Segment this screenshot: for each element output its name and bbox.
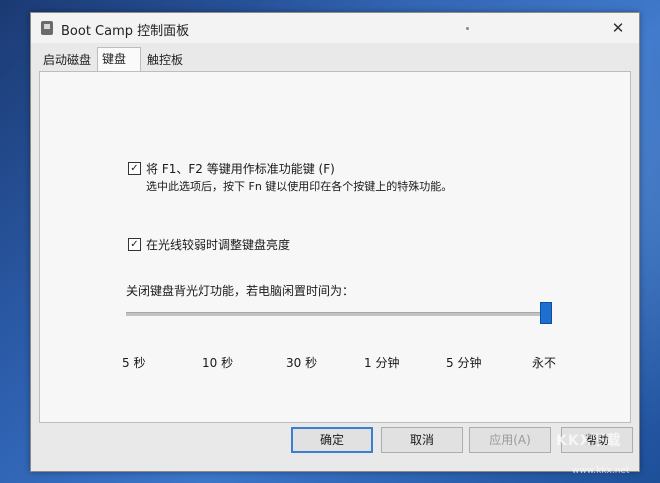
title-dot [466, 27, 469, 30]
app-icon [41, 21, 53, 35]
backlight-slider-track[interactable] [126, 312, 550, 316]
check-icon: ✓ [130, 239, 139, 250]
tick-1-min: 1 分钟 [364, 356, 400, 370]
function-keys-description: 选中此选项后，按下 Fn 键以使用印在各个按键上的特殊功能。 [146, 180, 453, 193]
watermark-url: www.kkx.net [572, 466, 630, 476]
brightness-checkbox[interactable]: ✓ [128, 238, 141, 251]
function-keys-checkbox[interactable]: ✓ [128, 162, 141, 175]
tab-keyboard[interactable]: 键盘 [97, 47, 141, 72]
tick-5-min: 5 分钟 [446, 356, 482, 370]
function-keys-label[interactable]: 将 F1、F2 等键用作标准功能键 (F) [146, 160, 335, 177]
backlight-slider-thumb[interactable] [540, 302, 552, 324]
close-button[interactable]: ✕ [605, 17, 631, 39]
tick-5-sec: 5 秒 [122, 356, 146, 370]
apply-button[interactable]: 应用(A) [469, 427, 551, 453]
keyboard-panel: ✓ 将 F1、F2 等键用作标准功能键 (F) 选中此选项后，按下 Fn 键以使… [39, 71, 631, 423]
tab-startup-disk[interactable]: 启动磁盘 [39, 49, 101, 71]
brightness-label[interactable]: 在光线较弱时调整键盘亮度 [146, 236, 290, 253]
tick-30-sec: 30 秒 [286, 356, 318, 370]
tick-never: 永不 [532, 356, 557, 370]
watermark-logo: KKX下载 [556, 433, 622, 449]
backlight-label: 关闭键盘背光灯功能，若电脑闲置时间为： [126, 284, 355, 298]
window-title: Boot Camp 控制面板 [61, 24, 190, 39]
check-icon: ✓ [130, 163, 139, 174]
tab-trackpad[interactable]: 触控板 [143, 49, 201, 71]
tick-10-sec: 10 秒 [202, 356, 234, 370]
bootcamp-window: Boot Camp 控制面板 ✕ 启动磁盘 键盘 触控板 ✓ 将 F1、F2 等… [30, 12, 640, 472]
title-bar[interactable]: Boot Camp 控制面板 ✕ [31, 13, 639, 43]
ok-button[interactable]: 确定 [291, 427, 373, 453]
cancel-button[interactable]: 取消 [381, 427, 463, 453]
